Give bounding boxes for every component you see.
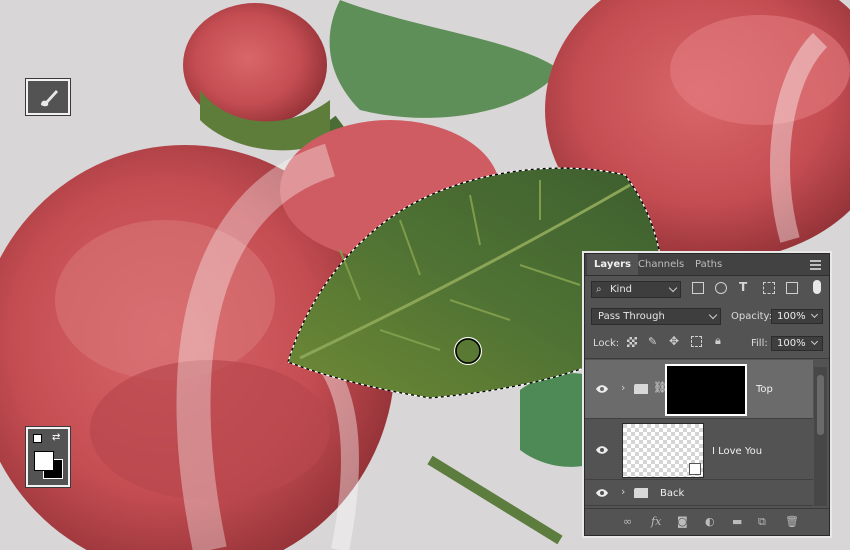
opacity-label: Opacity:: [731, 311, 773, 322]
layers-footer: ∞ fx ◙ ◐ ▬ ⧉ 🗑︎: [585, 508, 829, 536]
blend-mode-value: Pass Through: [598, 311, 665, 322]
brush-tool-button[interactable]: [26, 79, 70, 115]
filter-kind-select[interactable]: ⌕ Kind: [591, 281, 681, 298]
folder-icon: [634, 384, 648, 394]
layers-panel: Layers Channels Paths ⌕ Kind T Pass Thro…: [584, 253, 830, 536]
visibility-eye-icon[interactable]: [595, 444, 609, 456]
color-swatches[interactable]: ⇄: [26, 427, 70, 487]
fill-input[interactable]: 100%: [771, 336, 823, 351]
layer-row-back[interactable]: › Back: [585, 481, 813, 506]
scrollbar-thumb[interactable]: [817, 375, 824, 435]
lock-label: Lock:: [593, 338, 620, 349]
group-expand-chevron-icon[interactable]: ›: [621, 485, 625, 498]
pixel-filter-icon[interactable]: [692, 282, 704, 294]
filter-toggle-icon[interactable]: [813, 280, 821, 294]
new-layer-icon[interactable]: ⧉: [758, 515, 766, 529]
fill-label: Fill:: [751, 338, 768, 349]
opacity-value: 100%: [777, 311, 806, 322]
swap-colors-icon[interactable]: ⇄: [52, 432, 60, 443]
layer-name[interactable]: Back: [660, 488, 684, 499]
lock-image-brush-icon[interactable]: ✎: [648, 335, 657, 348]
visibility-eye-icon[interactable]: [595, 383, 609, 395]
folder-icon: [634, 488, 648, 498]
layer-thumbnail[interactable]: [622, 423, 704, 478]
layer-row-i-love-you[interactable]: I Love You: [585, 420, 813, 480]
fill-value: 100%: [777, 338, 806, 349]
layers-scrollbar[interactable]: [814, 367, 827, 506]
layer-row-top[interactable]: › ⛓︎ Top: [585, 360, 813, 419]
lock-position-move-icon[interactable]: ✥: [669, 334, 679, 348]
filter-kind-value: Kind: [610, 284, 633, 295]
opacity-input[interactable]: 100%: [771, 309, 823, 324]
layer-name[interactable]: Top: [756, 384, 773, 395]
smart-object-filter-icon[interactable]: [786, 282, 798, 294]
type-filter-icon[interactable]: T: [739, 280, 747, 294]
panel-tabs: Layers Channels Paths: [585, 254, 829, 276]
default-colors-icon[interactable]: [33, 434, 42, 443]
add-mask-icon[interactable]: ◙: [677, 515, 688, 528]
new-group-folder-icon[interactable]: ▬: [732, 515, 742, 528]
foreground-color-swatch[interactable]: [34, 451, 54, 471]
tab-paths[interactable]: Paths: [688, 254, 729, 275]
brush-icon: [41, 90, 58, 107]
lock-transparent-icon[interactable]: [627, 337, 637, 347]
adjustment-layer-icon[interactable]: ◐: [705, 515, 715, 528]
panel-menu-icon[interactable]: [810, 260, 821, 272]
layer-name[interactable]: I Love You: [712, 446, 762, 457]
search-icon: ⌕: [596, 284, 602, 295]
delete-layer-trash-icon[interactable]: 🗑︎: [785, 515, 799, 528]
lock-all-icon[interactable]: 🔒︎: [715, 334, 721, 348]
layer-mask-thumbnail[interactable]: [665, 364, 747, 416]
blend-mode-select[interactable]: Pass Through: [591, 308, 721, 325]
shape-filter-icon[interactable]: [763, 282, 775, 294]
group-expand-chevron-icon[interactable]: ›: [621, 381, 625, 394]
visibility-eye-icon[interactable]: [595, 487, 609, 499]
tab-channels[interactable]: Channels: [631, 254, 691, 275]
smart-object-badge-icon: [689, 463, 701, 475]
lock-artboard-icon[interactable]: [691, 336, 702, 347]
adjustment-filter-icon[interactable]: [715, 282, 727, 294]
link-layers-icon[interactable]: ∞: [623, 515, 632, 528]
layer-style-fx-icon[interactable]: fx: [651, 515, 661, 528]
